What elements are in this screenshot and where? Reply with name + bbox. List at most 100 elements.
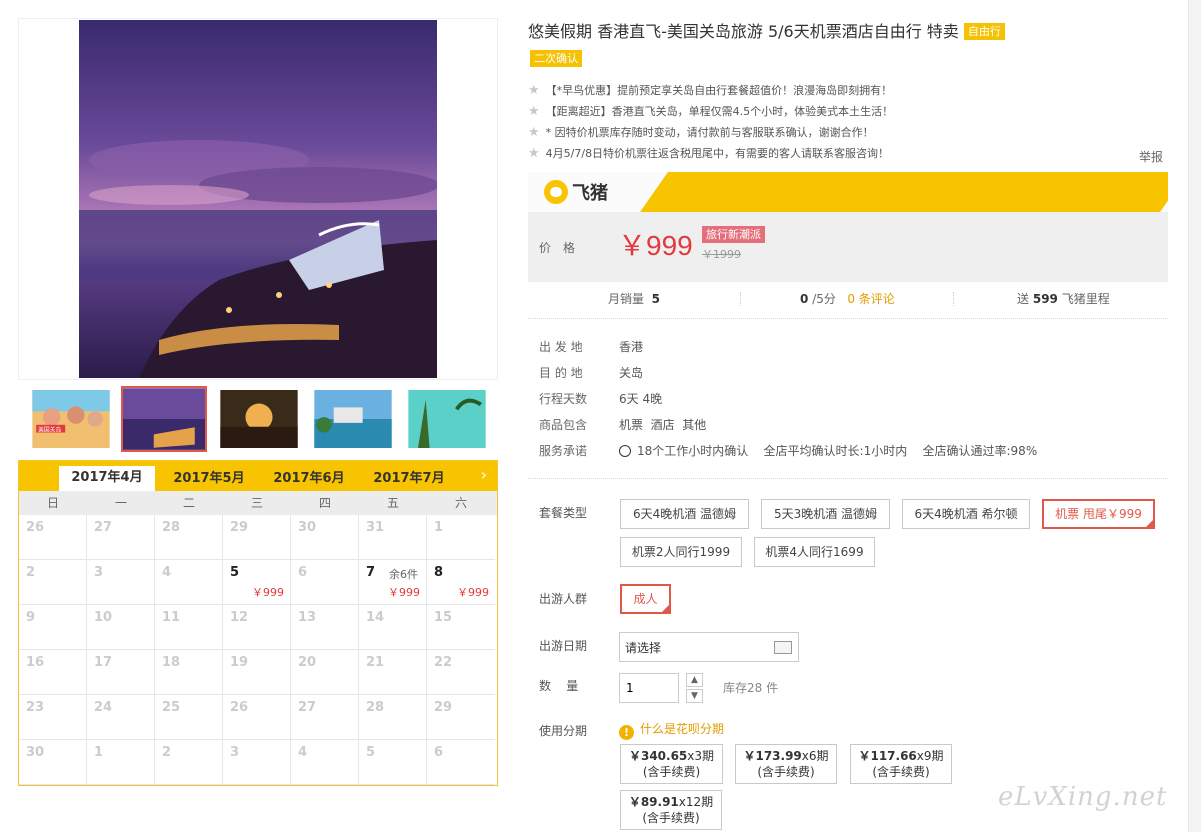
promo-text: 4月5/7/8日特价机票往返含税甩尾中，有需要的客人请联系客服咨询！ [545,147,890,160]
calendar-month-tabs: 2017年4月 2017年5月 2017年6月 2017年7月 › [19,461,497,491]
calendar-day: 9 [19,605,87,650]
promo-text: 【*早鸟优惠】提前预定享关岛自由行套餐超值价！浪漫海岛即刻拥有！ [545,84,893,97]
day-number: 14 [366,610,385,625]
day-number: 13 [298,610,317,625]
installment-plan[interactable]: ￥173.99x6期 (含手续费) [735,744,837,784]
main-product-photo[interactable] [79,20,439,378]
traveler-option-adult[interactable]: 成人 [620,584,671,614]
calendar-day: 26 [223,695,291,740]
check-circle-icon [619,445,631,457]
calendar-day: 23 [19,695,87,740]
quantity-up-icon[interactable]: ▲ [686,673,703,687]
calendar-day: 27 [291,695,359,740]
day-number: 31 [366,520,385,535]
info-icon: ! [619,725,634,740]
calendar-day: 18 [155,650,223,695]
day-number: 3 [230,745,240,760]
package-option-selected[interactable]: 机票 甩尾￥999 [1042,499,1155,529]
day-number: 23 [26,700,45,715]
weekday-label: 二 [182,496,195,510]
calendar-day: 10 [87,605,155,650]
thumbnail-5[interactable] [406,388,488,450]
page-scrollbar[interactable] [1188,0,1201,832]
weekday-label: 一 [114,496,127,510]
info-row-destination: 目 的 地关岛 [539,366,644,380]
price-panel: 价格 ￥999 旅行新潮派 ￥1999 [528,212,1168,282]
day-number: 9 [26,610,36,625]
huabei-help-text: 什么是花呗分期 [640,722,725,736]
double-confirm-badge: 二次确认 [530,50,582,67]
calendar-day: 6 [427,740,495,785]
calendar-weekday-header: 日一二三四五六 [19,491,497,515]
installment-plan[interactable]: ￥117.66x9期 (含手续费) [850,744,952,784]
day-number: 5 [366,745,376,760]
calendar-icon[interactable] [774,641,792,654]
day-number: 22 [434,655,453,670]
calendar-day: 26 [19,515,87,560]
thumbnail-strip: 美国关岛 [28,386,498,456]
thumbnail-4[interactable] [312,388,394,450]
divider [953,292,954,306]
package-option[interactable]: 机票2人同行1999 [620,537,742,567]
installment-plan[interactable]: ￥89.91x12期 (含手续费) [620,790,722,830]
day-number: 15 [434,610,453,625]
travel-date-picker[interactable] [619,632,799,662]
info-row-depart: 出 发 地香港 [539,340,644,354]
tab-month-july[interactable]: 2017年7月 [361,467,457,491]
day-number: 27 [298,700,317,715]
original-price: ￥1999 [702,248,741,261]
calendar-day: 19 [223,650,291,695]
divider [740,292,741,306]
package-option[interactable]: 6天4晚机酒 温德姆 [620,499,749,529]
product-title: 悠美假期 香港直飞-美国关岛旅游 5/6天机票酒店自由行 特卖 自由行 [528,20,1168,44]
calendar-day: 6 [291,560,359,605]
day-number: 29 [434,700,453,715]
calendar-day-available[interactable]: 7 余6件 ￥999 [359,560,427,605]
thumbnail-1-label: 美国关岛 [38,426,61,434]
day-price: ￥999 [457,586,489,599]
travel-date-input[interactable] [620,633,760,661]
huabei-help-link[interactable]: ! 什么是花呗分期 [619,720,724,740]
brand-bar-stripe [639,172,1168,212]
package-option[interactable]: 5天3晚机酒 温德姆 [761,499,890,529]
tab-month-may[interactable]: 2017年5月 [161,467,257,491]
package-option[interactable]: 6天4晚机酒 希尔顿 [902,499,1030,529]
section-divider [528,318,1168,319]
promo-text: * 因特价机票库存随时变动，请付款前与客服联系确认，谢谢合作！ [545,126,874,139]
day-number: 27 [94,520,113,535]
promo-item: ★ * 因特价机票库存随时变动，请付款前与客服联系确认，谢谢合作！ [528,122,928,143]
day-number: 3 [94,565,104,580]
day-number: 1 [94,745,104,760]
calendar-day: 31 [359,515,427,560]
calendar-next-icon[interactable]: › [481,465,487,484]
stock-count: 库存28 件 [723,681,779,695]
day-number: 8 [434,565,444,580]
calendar-day: 12 [223,605,291,650]
tab-month-june[interactable]: 2017年6月 [261,467,357,491]
report-link[interactable]: 举报 [1139,148,1163,165]
calendar-day: 20 [291,650,359,695]
quantity-down-icon[interactable]: ▼ [686,689,703,703]
info-row-service: 服务承诺 18个工作小时内确认 全店平均确认时长:1小时内 全店确认通过率:98% [539,444,1038,458]
day-number: 20 [298,655,317,670]
package-option[interactable]: 机票4人同行1699 [754,537,875,567]
thumbnail-3[interactable] [218,388,300,450]
installment-plan[interactable]: ￥340.65x3期 (含手续费) [620,744,723,784]
tab-month-april[interactable]: 2017年4月 [59,466,155,491]
star-icon: ★ [528,104,540,119]
weekday-label: 五 [386,496,399,510]
thumbnail-2[interactable] [121,386,207,452]
calendar-day-available[interactable]: 5 ￥999 [223,560,291,605]
day-number: 6 [434,745,444,760]
reviews-link[interactable]: 0 条评论 [847,292,894,306]
calendar-day: 25 [155,695,223,740]
quantity-input[interactable] [620,674,676,702]
calendar-day: 2 [19,560,87,605]
thumbnail-1[interactable]: 美国关岛 [30,388,112,450]
travel-date-label: 出游日期 [539,639,588,653]
day-number: 30 [298,520,317,535]
calendar-day: 15 [427,605,495,650]
day-number: 11 [162,610,181,625]
calendar-day-available[interactable]: 8 ￥999 [427,560,495,605]
day-stock: 余6件 [389,568,418,581]
